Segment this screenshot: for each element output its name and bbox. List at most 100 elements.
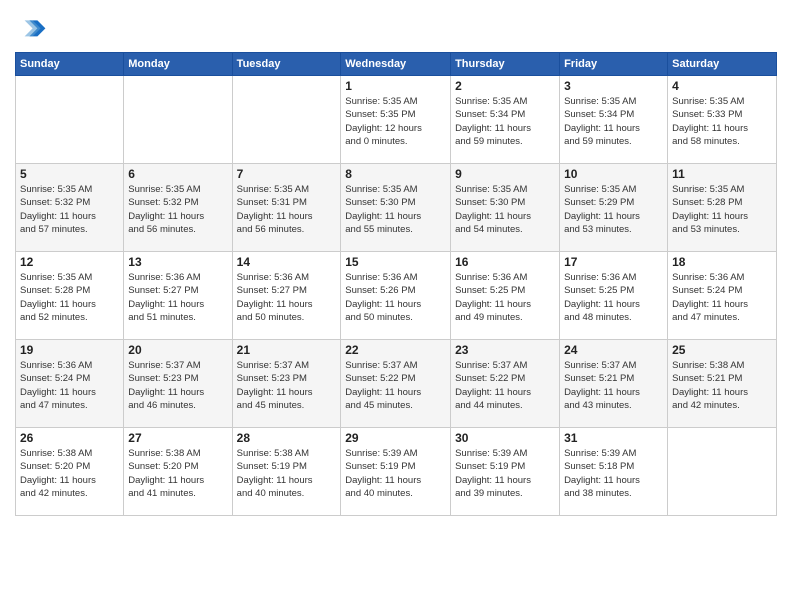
day-info: Sunrise: 5:39 AMSunset: 5:18 PMDaylight:…	[564, 447, 663, 500]
header-cell-friday: Friday	[560, 53, 668, 76]
day-info: Sunrise: 5:36 AMSunset: 5:26 PMDaylight:…	[345, 271, 446, 324]
header-row: SundayMondayTuesdayWednesdayThursdayFrid…	[16, 53, 777, 76]
day-info: Sunrise: 5:37 AMSunset: 5:23 PMDaylight:…	[128, 359, 227, 412]
day-cell: 15 Sunrise: 5:36 AMSunset: 5:26 PMDayligh…	[341, 252, 451, 340]
day-info: Sunrise: 5:35 AMSunset: 5:31 PMDaylight:…	[237, 183, 337, 236]
day-info: Sunrise: 5:35 AMSunset: 5:28 PMDaylight:…	[20, 271, 119, 324]
day-info: Sunrise: 5:35 AMSunset: 5:28 PMDaylight:…	[672, 183, 772, 236]
day-info: Sunrise: 5:37 AMSunset: 5:22 PMDaylight:…	[345, 359, 446, 412]
day-cell	[232, 76, 341, 164]
day-info: Sunrise: 5:35 AMSunset: 5:34 PMDaylight:…	[564, 95, 663, 148]
day-info: Sunrise: 5:36 AMSunset: 5:24 PMDaylight:…	[20, 359, 119, 412]
day-cell: 31 Sunrise: 5:39 AMSunset: 5:18 PMDayligh…	[560, 428, 668, 516]
day-cell: 26Sunrise: 5:38 AMSunset: 5:20 PMDayligh…	[16, 428, 124, 516]
day-cell: 19 Sunrise: 5:36 AMSunset: 5:24 PMDayligh…	[16, 340, 124, 428]
day-cell: 27 Sunrise: 5:38 AMSunset: 5:20 PMDayligh…	[124, 428, 232, 516]
day-info: Sunrise: 5:35 AMSunset: 5:35 PMDaylight:…	[345, 95, 446, 148]
day-number: 19	[20, 343, 119, 357]
day-cell: 23 Sunrise: 5:37 AMSunset: 5:22 PMDayligh…	[451, 340, 560, 428]
day-info: Sunrise: 5:36 AMSunset: 5:27 PMDaylight:…	[237, 271, 337, 324]
day-cell: 2 Sunrise: 5:35 AMSunset: 5:34 PMDaylight…	[451, 76, 560, 164]
day-number: 27	[128, 431, 227, 445]
day-cell: 12 Sunrise: 5:35 AMSunset: 5:28 PMDayligh…	[16, 252, 124, 340]
day-cell: 28 Sunrise: 5:38 AMSunset: 5:19 PMDayligh…	[232, 428, 341, 516]
day-number: 25	[672, 343, 772, 357]
day-cell: 6 Sunrise: 5:35 AMSunset: 5:32 PMDaylight…	[124, 164, 232, 252]
day-number: 10	[564, 167, 663, 181]
main-container: SundayMondayTuesdayWednesdayThursdayFrid…	[0, 0, 792, 521]
day-number: 18	[672, 255, 772, 269]
day-info: Sunrise: 5:35 AMSunset: 5:29 PMDaylight:…	[564, 183, 663, 236]
day-info: Sunrise: 5:35 AMSunset: 5:32 PMDaylight:…	[128, 183, 227, 236]
day-number: 15	[345, 255, 446, 269]
day-number: 28	[237, 431, 337, 445]
day-cell: 4 Sunrise: 5:35 AMSunset: 5:33 PMDaylight…	[668, 76, 777, 164]
week-row-1: 5 Sunrise: 5:35 AMSunset: 5:32 PMDaylight…	[16, 164, 777, 252]
day-number: 23	[455, 343, 555, 357]
day-number: 31	[564, 431, 663, 445]
day-number: 30	[455, 431, 555, 445]
week-row-2: 12 Sunrise: 5:35 AMSunset: 5:28 PMDayligh…	[16, 252, 777, 340]
day-cell: 16 Sunrise: 5:36 AMSunset: 5:25 PMDayligh…	[451, 252, 560, 340]
day-cell: 5 Sunrise: 5:35 AMSunset: 5:32 PMDaylight…	[16, 164, 124, 252]
day-info: Sunrise: 5:36 AMSunset: 5:24 PMDaylight:…	[672, 271, 772, 324]
header-cell-tuesday: Tuesday	[232, 53, 341, 76]
day-info: Sunrise: 5:35 AMSunset: 5:30 PMDaylight:…	[345, 183, 446, 236]
day-cell	[16, 76, 124, 164]
header-cell-wednesday: Wednesday	[341, 53, 451, 76]
day-info: Sunrise: 5:35 AMSunset: 5:34 PMDaylight:…	[455, 95, 555, 148]
day-number: 8	[345, 167, 446, 181]
day-info: Sunrise: 5:38 AMSunset: 5:21 PMDaylight:…	[672, 359, 772, 412]
day-info: Sunrise: 5:38 AMSunset: 5:20 PMDaylight:…	[128, 447, 227, 500]
day-cell: 17 Sunrise: 5:36 AMSunset: 5:25 PMDayligh…	[560, 252, 668, 340]
calendar-header: SundayMondayTuesdayWednesdayThursdayFrid…	[16, 53, 777, 76]
day-info: Sunrise: 5:39 AMSunset: 5:19 PMDaylight:…	[345, 447, 446, 500]
day-cell: 20 Sunrise: 5:37 AMSunset: 5:23 PMDayligh…	[124, 340, 232, 428]
header-cell-thursday: Thursday	[451, 53, 560, 76]
day-info: Sunrise: 5:38 AMSunset: 5:19 PMDaylight:…	[237, 447, 337, 500]
day-number: 9	[455, 167, 555, 181]
day-cell: 14Sunrise: 5:36 AMSunset: 5:27 PMDayligh…	[232, 252, 341, 340]
day-cell: 3Sunrise: 5:35 AMSunset: 5:34 PMDaylight…	[560, 76, 668, 164]
calendar-table: SundayMondayTuesdayWednesdayThursdayFrid…	[15, 52, 777, 516]
day-cell: 13Sunrise: 5:36 AMSunset: 5:27 PMDayligh…	[124, 252, 232, 340]
day-info: Sunrise: 5:38 AMSunset: 5:20 PMDaylight:…	[20, 447, 119, 500]
day-number: 12	[20, 255, 119, 269]
day-number: 29	[345, 431, 446, 445]
day-info: Sunrise: 5:35 AMSunset: 5:30 PMDaylight:…	[455, 183, 555, 236]
day-info: Sunrise: 5:35 AMSunset: 5:32 PMDaylight:…	[20, 183, 119, 236]
day-cell: 22 Sunrise: 5:37 AMSunset: 5:22 PMDayligh…	[341, 340, 451, 428]
day-info: Sunrise: 5:36 AMSunset: 5:25 PMDaylight:…	[564, 271, 663, 324]
day-cell: 8 Sunrise: 5:35 AMSunset: 5:30 PMDaylight…	[341, 164, 451, 252]
day-number: 16	[455, 255, 555, 269]
day-cell: 21Sunrise: 5:37 AMSunset: 5:23 PMDayligh…	[232, 340, 341, 428]
day-number: 4	[672, 79, 772, 93]
day-cell: 7 Sunrise: 5:35 AMSunset: 5:31 PMDaylight…	[232, 164, 341, 252]
day-cell: 9 Sunrise: 5:35 AMSunset: 5:30 PMDaylight…	[451, 164, 560, 252]
day-cell: 1 Sunrise: 5:35 AMSunset: 5:35 PMDaylight…	[341, 76, 451, 164]
day-number: 24	[564, 343, 663, 357]
day-cell	[668, 428, 777, 516]
day-number: 17	[564, 255, 663, 269]
day-info: Sunrise: 5:37 AMSunset: 5:22 PMDaylight:…	[455, 359, 555, 412]
day-number: 13	[128, 255, 227, 269]
day-cell: 29 Sunrise: 5:39 AMSunset: 5:19 PMDayligh…	[341, 428, 451, 516]
calendar-body: 1 Sunrise: 5:35 AMSunset: 5:35 PMDaylight…	[16, 76, 777, 516]
day-number: 2	[455, 79, 555, 93]
day-number: 6	[128, 167, 227, 181]
day-number: 5	[20, 167, 119, 181]
day-cell: 25 Sunrise: 5:38 AMSunset: 5:21 PMDayligh…	[668, 340, 777, 428]
day-number: 20	[128, 343, 227, 357]
day-number: 22	[345, 343, 446, 357]
day-info: Sunrise: 5:36 AMSunset: 5:25 PMDaylight:…	[455, 271, 555, 324]
header-cell-sunday: Sunday	[16, 53, 124, 76]
day-info: Sunrise: 5:35 AMSunset: 5:33 PMDaylight:…	[672, 95, 772, 148]
day-info: Sunrise: 5:39 AMSunset: 5:19 PMDaylight:…	[455, 447, 555, 500]
day-number: 7	[237, 167, 337, 181]
logo-icon	[15, 14, 47, 46]
header-cell-monday: Monday	[124, 53, 232, 76]
day-number: 1	[345, 79, 446, 93]
day-cell: 24 Sunrise: 5:37 AMSunset: 5:21 PMDayligh…	[560, 340, 668, 428]
day-cell: 10 Sunrise: 5:35 AMSunset: 5:29 PMDayligh…	[560, 164, 668, 252]
day-info: Sunrise: 5:37 AMSunset: 5:21 PMDaylight:…	[564, 359, 663, 412]
